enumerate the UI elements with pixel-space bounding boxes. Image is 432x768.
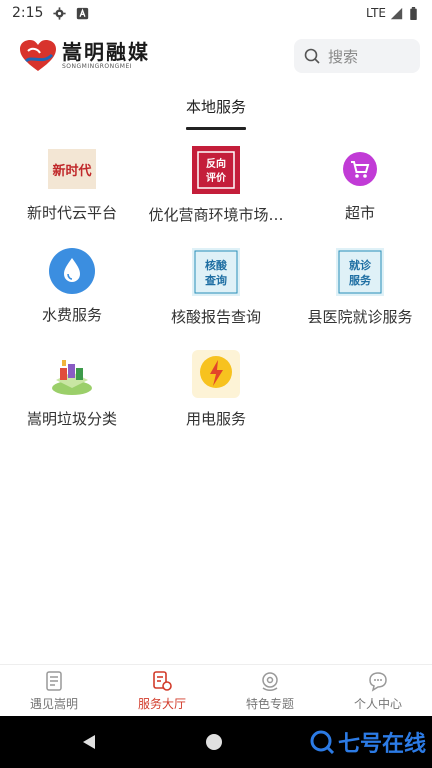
shopping-cart-icon <box>336 146 384 192</box>
service-item-electricity[interactable]: 用电服务 <box>144 344 288 426</box>
gear-icon <box>53 6 67 20</box>
tab-local-services[interactable]: 本地服务 <box>0 96 432 130</box>
tab-label: 服务大厅 <box>137 696 186 711</box>
app-logo: 嵩明融媒 SONGMINGRONGMEI <box>18 39 150 73</box>
location-pin-icon <box>262 671 278 691</box>
tab-label: 遇见嵩明 <box>29 696 78 711</box>
watermark-text: 七号在线 <box>337 732 426 757</box>
pingjia-text: 评价 <box>206 171 227 184</box>
jiuzhen-text: 就诊 <box>349 258 372 272</box>
app-header: 嵩明融媒 SONGMINGRONGMEI 搜索 <box>0 30 432 82</box>
service-label: 优化营商环境市场… <box>148 206 284 222</box>
logo-chinese-name: 嵩明融媒 <box>62 40 150 64</box>
search-input[interactable]: 搜索 <box>294 39 420 73</box>
tab-label: 特色专题 <box>245 696 294 711</box>
status-time: 2:15 <box>12 5 44 21</box>
xinshidai-icon-text: 新时代 <box>52 163 91 178</box>
tab-service-hall[interactable]: 服务大厅 <box>108 665 216 716</box>
tab-meet-songming[interactable]: 遇见嵩明 <box>0 665 108 716</box>
hospital-visit-icon: 就诊 服务 <box>336 248 384 296</box>
service-label: 县医院就诊服务 <box>307 308 413 324</box>
tab-personal-center[interactable]: 个人中心 <box>324 665 432 716</box>
network-type: LTE <box>366 6 386 20</box>
service-item-nucleic-acid[interactable]: 核酸 查询 核酸报告查询 <box>144 242 288 324</box>
service-item-garbage-sorting[interactable]: 嵩明垃圾分类 <box>0 344 144 426</box>
tab-label: 个人中心 <box>353 696 402 711</box>
fuwu-text: 服务 <box>349 273 372 287</box>
garbage-sorting-icon <box>48 350 96 398</box>
battery-icon <box>410 6 417 20</box>
service-item-business-environment[interactable]: 反向 评价 优化营商环境市场… <box>144 140 288 222</box>
chaxun-text: 查询 <box>205 273 227 287</box>
service-hall-icon <box>153 670 172 691</box>
service-label: 水费服务 <box>41 306 102 324</box>
service-label: 新时代云平台 <box>26 203 117 222</box>
chat-bubble-icon <box>369 671 387 692</box>
service-item-hospital[interactable]: 就诊 服务 县医院就诊服务 <box>288 242 432 324</box>
lightning-bulb-icon <box>192 350 240 398</box>
service-grid: 新时代 新时代云平台 反向 评价 优化营商环境市场… 超市 水费服务 核酸 查询… <box>0 140 432 426</box>
xinshidai-icon: 新时代 <box>48 146 96 192</box>
nucleic-acid-icon: 核酸 查询 <box>192 248 240 296</box>
tab-underline <box>186 127 246 130</box>
heart-logo-icon <box>20 40 56 71</box>
system-nav-bar: 七号在线 <box>0 716 432 768</box>
search-icon <box>304 48 320 64</box>
service-item-water-fee[interactable]: 水费服务 <box>0 242 144 324</box>
home-button[interactable] <box>206 734 222 750</box>
bottom-tab-bar: 遇见嵩明 服务大厅 特色专题 个人中心 <box>0 664 432 716</box>
watermark-logo-icon <box>310 730 334 754</box>
service-item-supermarket[interactable]: 超市 <box>288 140 432 222</box>
section-title: 本地服务 <box>185 98 246 116</box>
search-placeholder: 搜索 <box>328 47 359 66</box>
fanxiang-text: 反向 <box>206 157 226 170</box>
signal-icon <box>390 7 403 19</box>
tab-special-topics[interactable]: 特色专题 <box>216 665 324 716</box>
watermark: 七号在线 <box>310 726 426 758</box>
service-label: 核酸报告查询 <box>170 308 261 324</box>
hesuan-text: 核酸 <box>205 258 228 272</box>
water-drop-icon <box>48 248 96 294</box>
fanxiang-pingjia-icon: 反向 评价 <box>192 146 240 194</box>
logo-english-name: SONGMINGRONGMEI <box>62 63 133 70</box>
service-item-xinshidai[interactable]: 新时代 新时代云平台 <box>0 140 144 222</box>
status-bar: 2:15 LTE <box>0 0 432 26</box>
font-a-icon <box>77 7 89 19</box>
document-icon <box>46 670 62 691</box>
service-label: 嵩明垃圾分类 <box>26 410 117 426</box>
service-label: 超市 <box>344 203 375 222</box>
service-label: 用电服务 <box>185 410 246 426</box>
back-icon[interactable] <box>82 734 96 750</box>
